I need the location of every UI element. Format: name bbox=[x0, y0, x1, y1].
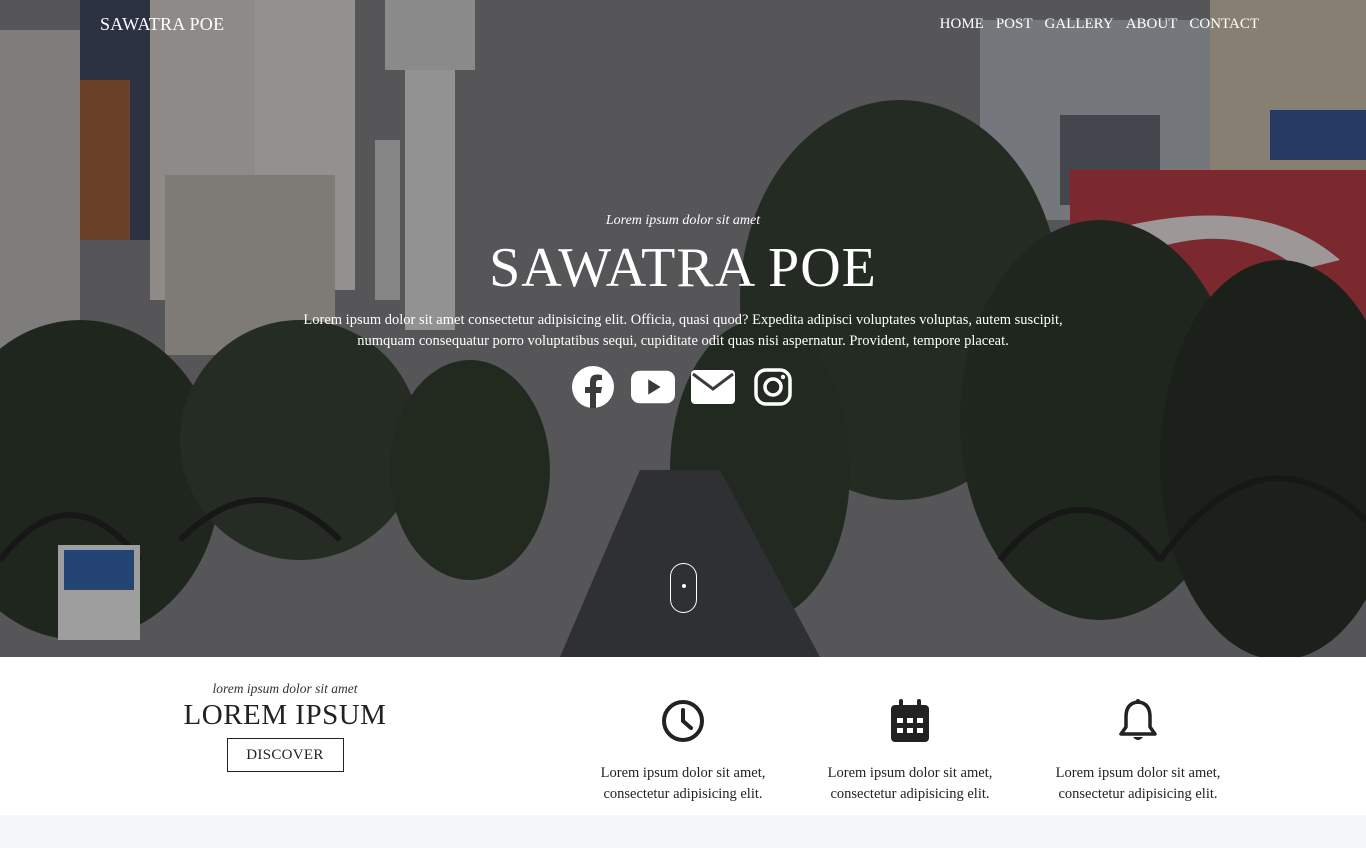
feature-text: Lorem ipsum dolor sit amet, consectetur … bbox=[827, 765, 993, 802]
lead-heading: LOREM IPSUM bbox=[183, 699, 387, 731]
hero-tagline: Lorem ipsum dolor sit amet bbox=[605, 213, 761, 228]
feature-text: Lorem ipsum dolor sit amet, consectetur … bbox=[1055, 765, 1221, 802]
main-nav: HOME POST GALLERY ABOUT CONTACT bbox=[940, 16, 1259, 33]
facebook-icon[interactable] bbox=[571, 364, 615, 410]
lead-subtitle: lorem ipsum dolor sit amet bbox=[212, 681, 358, 696]
feature-item-bell: Lorem ipsum dolor sit amet, consectetur … bbox=[1038, 697, 1238, 805]
feature-text: Lorem ipsum dolor sit amet, consectetur … bbox=[600, 765, 766, 802]
nav-gallery[interactable]: GALLERY bbox=[1045, 16, 1114, 33]
feature-item-calendar: Lorem ipsum dolor sit amet, consectetur … bbox=[810, 697, 1010, 805]
clock-icon bbox=[583, 697, 783, 745]
youtube-icon[interactable] bbox=[631, 364, 675, 410]
scroll-down-indicator[interactable] bbox=[670, 563, 697, 613]
scroll-dot bbox=[681, 584, 686, 588]
nav-home[interactable]: HOME bbox=[940, 16, 984, 33]
nav-about[interactable]: ABOUT bbox=[1126, 16, 1178, 33]
social-links bbox=[0, 364, 1366, 410]
features-band: lorem ipsum dolor sit amet LOREM IPSUM D… bbox=[0, 657, 1366, 815]
calendar-icon bbox=[810, 697, 1010, 745]
hero-section: SAWATRA POE HOME POST GALLERY ABOUT CONT… bbox=[0, 0, 1366, 657]
brand-logo[interactable]: SAWATRA POE bbox=[100, 14, 224, 35]
bell-icon bbox=[1038, 697, 1238, 745]
nav-contact[interactable]: CONTACT bbox=[1189, 16, 1259, 33]
hero-title: SAWATRA POE bbox=[489, 237, 877, 299]
lead-block: lorem ipsum dolor sit amet LOREM IPSUM D… bbox=[170, 681, 400, 772]
nav-post[interactable]: POST bbox=[996, 16, 1033, 33]
instagram-icon[interactable] bbox=[751, 364, 795, 410]
envelope-icon[interactable] bbox=[691, 364, 735, 410]
discover-button[interactable]: DISCOVER bbox=[226, 738, 344, 772]
hero-description: Lorem ipsum dolor sit amet consectetur a… bbox=[303, 312, 1063, 349]
feature-item-clock: Lorem ipsum dolor sit amet, consectetur … bbox=[583, 697, 783, 805]
